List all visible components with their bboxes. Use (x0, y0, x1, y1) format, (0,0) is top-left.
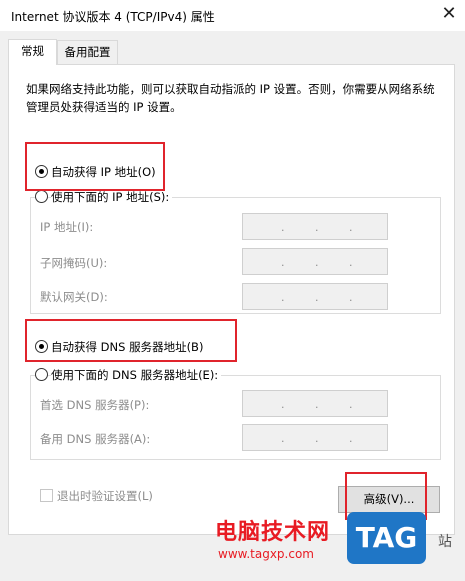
ip-dot: . (315, 432, 319, 445)
ip-dot: . (315, 398, 319, 411)
ip-address-field: . . . (242, 213, 388, 240)
ip-dot: . (281, 256, 285, 269)
ip-dot: . (349, 398, 353, 411)
radio-manual-ip-label: 使用下面的 IP 地址(S): (51, 189, 173, 205)
subnet-mask-label: 子网掩码(U): (40, 256, 108, 270)
ip-dot: . (315, 291, 319, 304)
highlight-box-auto-ip (25, 142, 165, 191)
ip-dot: . (281, 291, 285, 304)
close-icon[interactable]: ✕ (438, 3, 460, 25)
ip-dot: . (349, 432, 353, 445)
ip-dot: . (315, 256, 319, 269)
description-text: 如果网络支持此功能，则可以获取自动指派的 IP 设置。否则，你需要从网络系统管理… (26, 82, 435, 114)
ip-dot: . (281, 221, 285, 234)
tag-logo: TAG (347, 512, 426, 564)
ip-dot: . (349, 291, 353, 304)
ip-dot: . (281, 432, 285, 445)
tab-alternate-config[interactable]: 备用配置 (57, 40, 118, 64)
default-gateway-field: . . . (242, 283, 388, 310)
validate-checkbox[interactable] (40, 489, 53, 502)
ip-dot: . (349, 221, 353, 234)
ip-address-label: IP 地址(I): (40, 220, 94, 234)
ip-dot: . (349, 256, 353, 269)
preferred-dns-label: 首选 DNS 服务器(P): (40, 398, 150, 412)
radio-manual-ip-circle[interactable] (35, 190, 48, 203)
preferred-dns-field: . . . (242, 390, 388, 417)
ip-dot: . (315, 221, 319, 234)
subnet-mask-field: . . . (242, 248, 388, 275)
window-title: Internet 协议版本 4 (TCP/IPv4) 属性 (11, 10, 215, 24)
validate-label: 退出时验证设置(L) (57, 489, 153, 503)
radio-manual-dns-label: 使用下面的 DNS 服务器地址(E): (51, 367, 222, 383)
alternate-dns-field: . . . (242, 424, 388, 451)
alternate-dns-label: 备用 DNS 服务器(A): (40, 432, 151, 446)
watermark-site-name: 电脑技术网 (215, 520, 331, 545)
watermark-tail: 站 (438, 534, 452, 550)
ip-dot: . (281, 398, 285, 411)
radio-manual-ip[interactable]: 使用下面的 IP 地址(S): (35, 189, 235, 205)
tab-general[interactable]: 常规 (8, 39, 57, 65)
radio-manual-dns[interactable]: 使用下面的 DNS 服务器地址(E): (35, 367, 255, 383)
default-gateway-label: 默认网关(D): (40, 290, 108, 304)
watermark-url: www.tagxp.com (218, 547, 314, 561)
highlight-box-auto-dns (25, 319, 237, 362)
radio-manual-dns-circle[interactable] (35, 368, 48, 381)
